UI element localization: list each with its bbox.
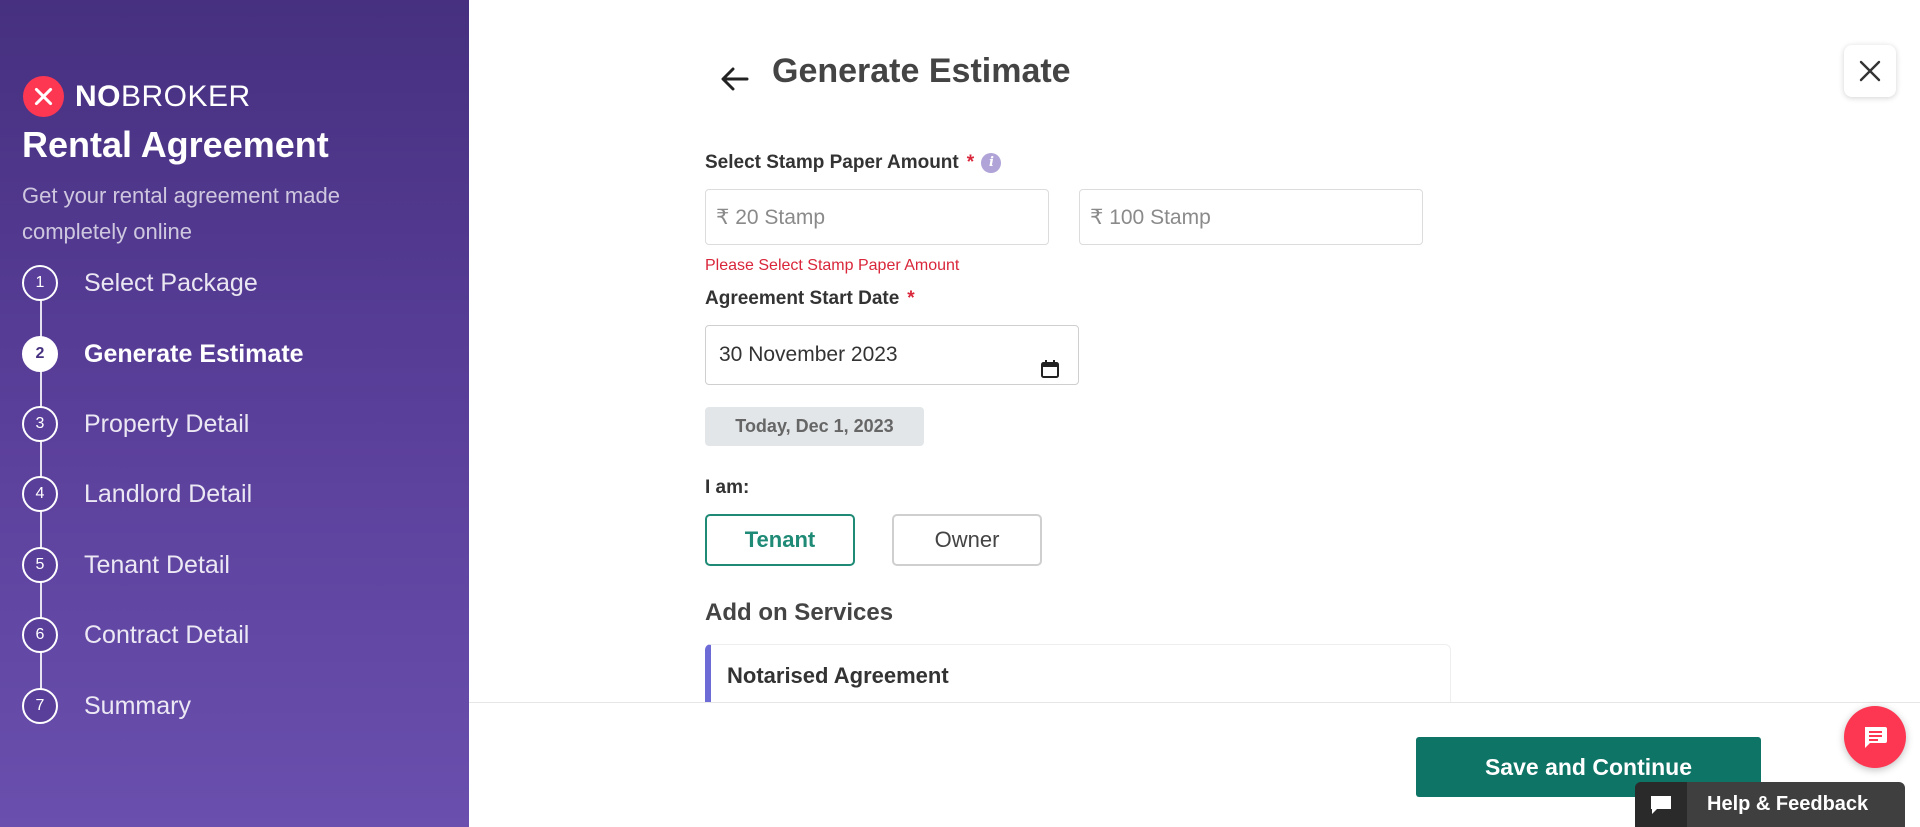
step-label: Tenant Detail — [84, 550, 230, 579]
sidebar-subtitle: Get your rental agreement made completel… — [22, 183, 340, 244]
main-panel: Generate Estimate Select Stamp Paper Amo… — [469, 0, 1920, 827]
stamp-option-20[interactable]: ₹ 20 Stamp — [705, 189, 1049, 245]
stamp-option-100[interactable]: ₹ 100 Stamp — [1079, 189, 1423, 245]
step-label: Property Detail — [84, 409, 250, 438]
step-tenant-detail[interactable]: 5 Tenant Detail — [22, 547, 230, 583]
step-generate-estimate[interactable]: 2 Generate Estimate — [22, 336, 304, 372]
role-label: I am: — [705, 477, 750, 498]
info-icon[interactable]: i — [981, 152, 1002, 173]
page-title: Generate Estimate — [772, 52, 1071, 90]
start-date-field[interactable]: 30 November 2023 — [705, 325, 1079, 385]
stamp-amount-label-text: Select Stamp Paper Amount — [705, 152, 959, 173]
step-label: Summary — [84, 691, 191, 720]
chat-button[interactable] — [1844, 706, 1906, 768]
step-label: Landlord Detail — [84, 479, 253, 508]
calendar-icon[interactable] — [1040, 359, 1060, 379]
sidebar: NOBROKER Rental Agreement Get your renta… — [0, 0, 469, 827]
start-date-label: Agreement Start Date * — [705, 288, 915, 310]
help-icon-box — [1635, 782, 1687, 827]
step-landlord-detail[interactable]: 4 Landlord Detail — [22, 476, 252, 512]
chat-icon — [1865, 727, 1887, 748]
step-number: 1 — [22, 265, 58, 301]
speech-bubble-icon — [1651, 795, 1671, 814]
help-feedback-label: Help & Feedback — [1707, 793, 1869, 815]
role-tenant-button[interactable]: Tenant — [705, 514, 855, 566]
step-label: Select Package — [84, 268, 258, 297]
step-number: 7 — [22, 688, 58, 724]
stamp-amount-label: Select Stamp Paper Amount * i — [705, 152, 1002, 174]
start-date-label-text: Agreement Start Date — [705, 288, 900, 309]
nobroker-logo-icon — [23, 76, 64, 117]
today-date-chip[interactable]: Today, Dec 1, 2023 — [705, 407, 924, 446]
sidebar-title: Rental Agreement — [22, 124, 329, 165]
required-mark: * — [966, 152, 975, 173]
step-number: 3 — [22, 406, 58, 442]
step-label: Generate Estimate — [84, 339, 304, 368]
help-feedback-bar[interactable]: Help & Feedback — [1635, 782, 1905, 827]
close-button[interactable] — [1844, 45, 1896, 97]
step-number: 4 — [22, 476, 58, 512]
step-label: Contract Detail — [84, 620, 250, 649]
addon-card-notarised[interactable]: Notarised Agreement — [705, 644, 1451, 704]
brand[interactable]: NOBROKER — [23, 76, 251, 117]
role-owner-button[interactable]: Owner — [892, 514, 1042, 566]
step-number: 6 — [22, 617, 58, 653]
step-number: 5 — [22, 547, 58, 583]
step-contract-detail[interactable]: 6 Contract Detail — [22, 617, 249, 653]
start-date-value: 30 November 2023 — [719, 343, 898, 366]
close-icon — [1859, 60, 1881, 82]
step-property-detail[interactable]: 3 Property Detail — [22, 406, 249, 442]
brand-name-bold: NO — [75, 79, 121, 113]
arrow-left-icon[interactable] — [712, 56, 758, 102]
step-select-package[interactable]: 1 Select Package — [22, 265, 258, 301]
addon-services-title: Add on Services — [705, 599, 894, 626]
addon-card-title: Notarised Agreement — [727, 663, 949, 688]
step-number: 2 — [22, 336, 58, 372]
required-mark: * — [907, 288, 915, 309]
step-summary[interactable]: 7 Summary — [22, 688, 191, 724]
brand-name-light: BROKER — [121, 79, 251, 113]
stamp-error-message: Please Select Stamp Paper Amount — [705, 257, 960, 274]
brand-name: NOBROKER — [75, 80, 251, 114]
